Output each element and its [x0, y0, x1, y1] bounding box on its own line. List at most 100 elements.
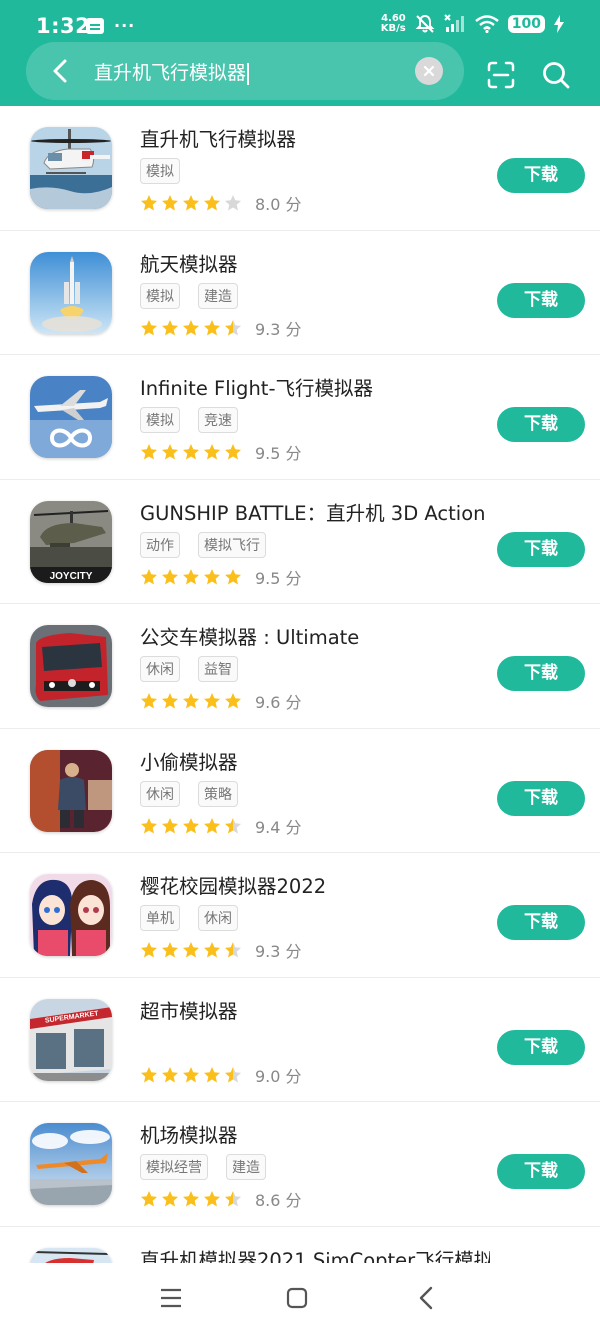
app-name[interactable]: 樱花校园模拟器2022 — [140, 870, 326, 899]
list-item[interactable]: 航天模拟器 模拟 建造 9.3 分 下载 — [0, 231, 600, 355]
rating-score: 9.0 分 — [255, 1066, 302, 1086]
star-icon — [183, 319, 199, 335]
charging-bolt-icon — [554, 15, 564, 33]
rating-score: 9.3 分 — [255, 942, 302, 961]
app-rating: 8.6 分 — [140, 1187, 302, 1211]
rating-stars — [140, 1190, 242, 1208]
star-icon — [162, 817, 178, 833]
rating-stars — [140, 692, 242, 710]
back-arrow-icon[interactable] — [46, 56, 76, 86]
app-name[interactable]: 机场模拟器 — [140, 1119, 238, 1148]
app-name[interactable]: 航天模拟器 — [140, 248, 238, 277]
download-button[interactable]: 下载 — [497, 407, 585, 442]
star-icon — [162, 195, 178, 211]
back-icon[interactable] — [416, 1286, 438, 1310]
star-icon — [183, 817, 199, 833]
list-item[interactable]: 樱花校园模拟器2022 单机 休闲 9.3 分 下载 — [0, 853, 600, 978]
home-icon[interactable] — [286, 1287, 308, 1309]
list-item[interactable]: JOYCITY GUNSHIP BATTLE：直升机 3D Action 动作 … — [0, 480, 600, 604]
app-rating: 9.3 分 — [140, 316, 302, 340]
app-icon[interactable] — [30, 625, 112, 707]
app-icon[interactable] — [30, 1123, 112, 1205]
rating-score: 8.6 分 — [255, 1191, 302, 1210]
joycity-logo: JOYCITY — [50, 571, 93, 582]
close-icon — [423, 65, 435, 77]
app-name[interactable]: 超市模拟器 — [140, 995, 238, 1024]
app-tags: 休闲 益智 — [140, 656, 238, 682]
app-name[interactable]: 直升机飞行模拟器 — [140, 123, 296, 152]
app-rating: 9.6 分 — [140, 689, 302, 713]
star-icon — [162, 444, 178, 460]
list-item[interactable]: 小偷模拟器 休闲 策略 9.4 分 下载 — [0, 729, 600, 853]
star-icon — [225, 817, 241, 833]
app-tags: 单机 休闲 — [140, 905, 238, 931]
search-icon[interactable] — [541, 60, 571, 90]
star-icon — [141, 942, 157, 958]
app-icon[interactable] — [30, 749, 112, 832]
recent-apps-icon[interactable] — [160, 1287, 182, 1309]
star-icon — [204, 1066, 220, 1082]
wifi-icon — [474, 15, 499, 33]
star-icon — [183, 444, 199, 460]
app-tag: 益智 — [198, 656, 238, 682]
list-item[interactable]: SUPERMARKET 超市模拟器 9.0 分 下载 — [0, 978, 600, 1102]
rating-score: 9.3 分 — [255, 319, 302, 339]
app-icon[interactable] — [30, 376, 112, 458]
app-tag: 休闲 — [140, 780, 180, 807]
rating-stars — [140, 1066, 242, 1084]
download-button[interactable]: 下载 — [497, 780, 585, 816]
app-icon[interactable]: JOYCITY — [30, 500, 112, 583]
app-tag: 休闲 — [198, 905, 238, 931]
app-icon[interactable] — [30, 874, 112, 956]
rating-stars — [140, 568, 242, 586]
list-item[interactable]: 直升机飞行模拟器 模拟 8.0 分 下载 — [0, 106, 600, 231]
star-icon — [162, 568, 178, 584]
app-rating: 9.4 分 — [140, 814, 302, 838]
star-icon — [183, 693, 199, 709]
star-icon — [141, 319, 157, 335]
app-name[interactable]: GUNSHIP BATTLE：直升机 3D Action — [140, 497, 485, 526]
app-tag: 模拟 — [140, 282, 180, 309]
app-rating: 9.3 分 — [140, 938, 302, 962]
app-name[interactable]: 小偷模拟器 — [140, 746, 238, 775]
app-name[interactable]: 公交车模拟器 : Ultimate — [140, 621, 359, 650]
star-icon — [225, 444, 241, 460]
star-icon — [204, 693, 220, 709]
search-input[interactable]: 直升机飞行模拟器 — [94, 58, 250, 85]
star-icon — [204, 444, 220, 460]
list-item[interactable]: 公交车模拟器 : Ultimate 休闲 益智 9.6 分 下载 — [0, 604, 600, 729]
download-button[interactable]: 下载 — [497, 531, 585, 567]
app-name[interactable]: Infinite Flight-飞行模拟器 — [140, 372, 373, 401]
app-icon[interactable]: SUPERMARKET — [30, 998, 112, 1081]
list-item[interactable]: Infinite Flight-飞行模拟器 模拟 竞速 9.5 分 下载 — [0, 355, 600, 480]
scan-icon[interactable] — [486, 60, 516, 90]
app-rating: 9.5 分 — [140, 565, 302, 589]
app-tags: 模拟 — [140, 158, 180, 184]
download-button[interactable]: 下载 — [497, 1154, 585, 1189]
app-tag: 单机 — [140, 905, 180, 931]
download-button[interactable]: 下载 — [497, 1029, 585, 1065]
app-tags: 模拟 建造 — [140, 282, 238, 309]
list-item[interactable]: 机场模拟器 模拟经营 建造 8.6 分 下载 — [0, 1102, 600, 1227]
star-icon — [204, 319, 220, 335]
app-rating: 8.0 分 — [140, 191, 302, 215]
app-icon[interactable] — [30, 251, 112, 334]
rating-score: 9.4 分 — [255, 817, 302, 837]
download-button[interactable]: 下载 — [497, 158, 585, 193]
rating-score: 9.6 分 — [255, 693, 302, 712]
app-tag: 模拟 — [140, 407, 180, 433]
app-icon[interactable] — [30, 127, 112, 209]
star-icon — [183, 1191, 199, 1207]
download-button[interactable]: 下载 — [497, 656, 585, 691]
download-button[interactable]: 下载 — [497, 282, 585, 318]
star-icon — [162, 319, 178, 335]
clear-search-button[interactable] — [415, 57, 443, 85]
rating-stars — [140, 194, 242, 212]
app-tag: 竞速 — [198, 407, 238, 433]
star-icon — [183, 195, 199, 211]
download-button[interactable]: 下载 — [497, 905, 585, 940]
text-cursor — [247, 62, 250, 85]
search-bar[interactable]: 直升机飞行模拟器 — [26, 42, 464, 100]
app-tag: 休闲 — [140, 656, 180, 682]
app-tag: 模拟飞行 — [198, 531, 266, 558]
